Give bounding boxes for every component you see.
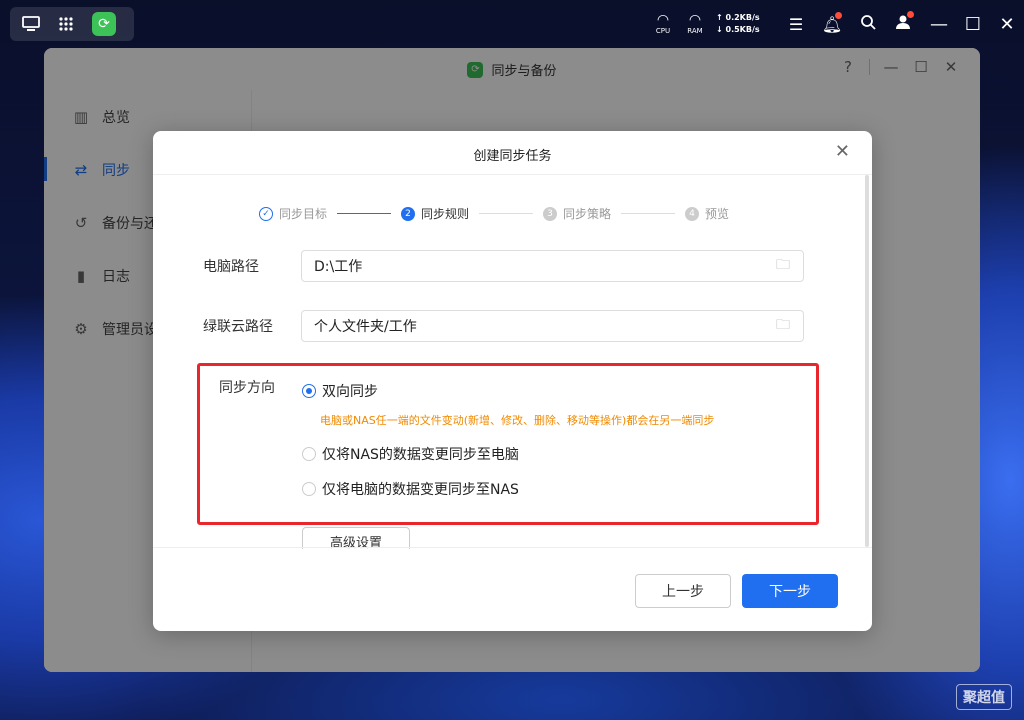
next-step-button[interactable]: 下一步 — [742, 574, 838, 608]
option-label: 双向同步 — [322, 384, 378, 400]
radio-selected[interactable] — [302, 384, 316, 398]
dialog-footer: 上一步 下一步 — [153, 547, 872, 631]
cpu-label: CPU — [655, 27, 671, 35]
pc-path-input[interactable]: D:\工作 🗀 — [301, 250, 804, 282]
step-check-icon: ✓ — [259, 206, 273, 221]
user-icon[interactable] — [886, 11, 922, 34]
grid-icon[interactable] — [58, 16, 74, 32]
pc-path-label: 电脑路径 — [203, 259, 259, 275]
dialog-title: 创建同步任务 — [473, 149, 552, 164]
folder-icon[interactable]: 🗀 — [763, 254, 803, 278]
sync-app-icon[interactable]: ⟳ — [92, 12, 116, 36]
radio-unselected[interactable] — [302, 482, 316, 496]
network-speed: ↑ 0.2KB/s ↓ 0.5KB/s — [716, 12, 760, 36]
folder-icon[interactable]: 🗀 — [763, 314, 803, 338]
user-notification-dot — [907, 11, 914, 18]
option-label: 仅将NAS的数据变更同步至电脑 — [322, 447, 519, 463]
dialog-header: 创建同步任务 ✕ — [153, 131, 872, 175]
step-label: 同步目标 — [279, 207, 328, 221]
search-icon[interactable] — [850, 14, 886, 34]
cpu-gauge: ◠ CPU — [648, 13, 678, 35]
step-connector — [337, 213, 392, 214]
step-label: 预览 — [705, 207, 730, 221]
pc-path-row: 电脑路径 D:\工作 🗀 — [203, 250, 804, 282]
option-pc-to-nas[interactable]: 仅将电脑的数据变更同步至NAS — [302, 479, 519, 499]
upload-speed: 0.2KB/s — [725, 13, 760, 22]
step-indicator: ✓ 同步目标 2 同步规则 3 同步策略 4 预览 — [259, 205, 729, 222]
step-1: ✓ 同步目标 — [259, 205, 327, 222]
cloud-path-label: 绿联云路径 — [203, 319, 273, 335]
advanced-settings-button[interactable]: 高级设置 — [302, 527, 410, 551]
cpu-gauge-icon: ◠ — [656, 12, 670, 28]
dialog-scrollbar[interactable] — [865, 175, 869, 547]
step-number: 2 — [401, 206, 416, 221]
step-4: 4 预览 — [685, 205, 729, 222]
step-3: 3 同步策略 — [543, 205, 611, 222]
desktop-close-icon[interactable]: ✕ — [990, 14, 1024, 35]
upload-arrow-icon: ↑ — [716, 13, 726, 22]
download-arrow-icon: ↓ — [716, 25, 726, 34]
ram-label: RAM — [687, 27, 703, 35]
previous-step-button[interactable]: 上一步 — [635, 574, 731, 608]
system-tray: ◠ CPU ◠ RAM ↑ 0.2KB/s ↓ 0.5KB/s ☰ 🔔︎ — ☐… — [648, 0, 1024, 48]
storage-icon[interactable]: ☰ — [778, 15, 814, 34]
cloud-path-value: 个人文件夹/工作 — [314, 319, 417, 335]
bell-icon[interactable]: 🔔︎ — [814, 11, 850, 34]
launcher-group: ⟳ — [10, 7, 134, 41]
step-number: 4 — [685, 206, 700, 221]
step-connector — [479, 213, 534, 214]
desktop-maximize-icon[interactable]: ☐ — [956, 14, 990, 35]
watermark-logo: 聚超值 — [956, 684, 1012, 710]
notification-dot — [835, 11, 842, 19]
dialog-close-icon[interactable]: ✕ — [835, 141, 850, 162]
download-speed: 0.5KB/s — [725, 25, 760, 34]
cloud-path-input[interactable]: 个人文件夹/工作 🗀 — [301, 310, 804, 342]
desktop-minimize-icon[interactable]: — — [922, 14, 956, 35]
create-sync-task-dialog: 创建同步任务 ✕ ✓ 同步目标 2 同步规则 3 同步策略 4 预览 电脑路径 … — [153, 131, 872, 631]
step-label: 同步策略 — [563, 207, 612, 221]
step-label: 同步规则 — [421, 207, 470, 221]
radio-unselected[interactable] — [302, 447, 316, 461]
ram-gauge: ◠ RAM — [680, 13, 710, 35]
option-label: 仅将电脑的数据变更同步至NAS — [322, 482, 519, 498]
option-hint: 电脑或NAS任一端的文件变动(新增、修改、删除、移动等操作)都会在另一端同步 — [320, 414, 715, 427]
step-2: 2 同步规则 — [401, 205, 469, 222]
desktop-icon[interactable] — [22, 16, 40, 32]
step-number: 3 — [543, 206, 558, 221]
pc-path-value: D:\工作 — [314, 259, 363, 275]
option-two-way[interactable]: 双向同步 — [302, 381, 378, 401]
top-bar: ⟳ ◠ CPU ◠ RAM ↑ 0.2KB/s ↓ 0.5KB/s ☰ 🔔︎ —… — [0, 0, 1024, 48]
cloud-path-row: 绿联云路径 个人文件夹/工作 🗀 — [203, 310, 804, 342]
step-connector — [621, 213, 676, 214]
ram-gauge-icon: ◠ — [688, 12, 702, 28]
sync-direction-label: 同步方向 — [219, 380, 275, 396]
option-nas-to-pc[interactable]: 仅将NAS的数据变更同步至电脑 — [302, 444, 519, 464]
